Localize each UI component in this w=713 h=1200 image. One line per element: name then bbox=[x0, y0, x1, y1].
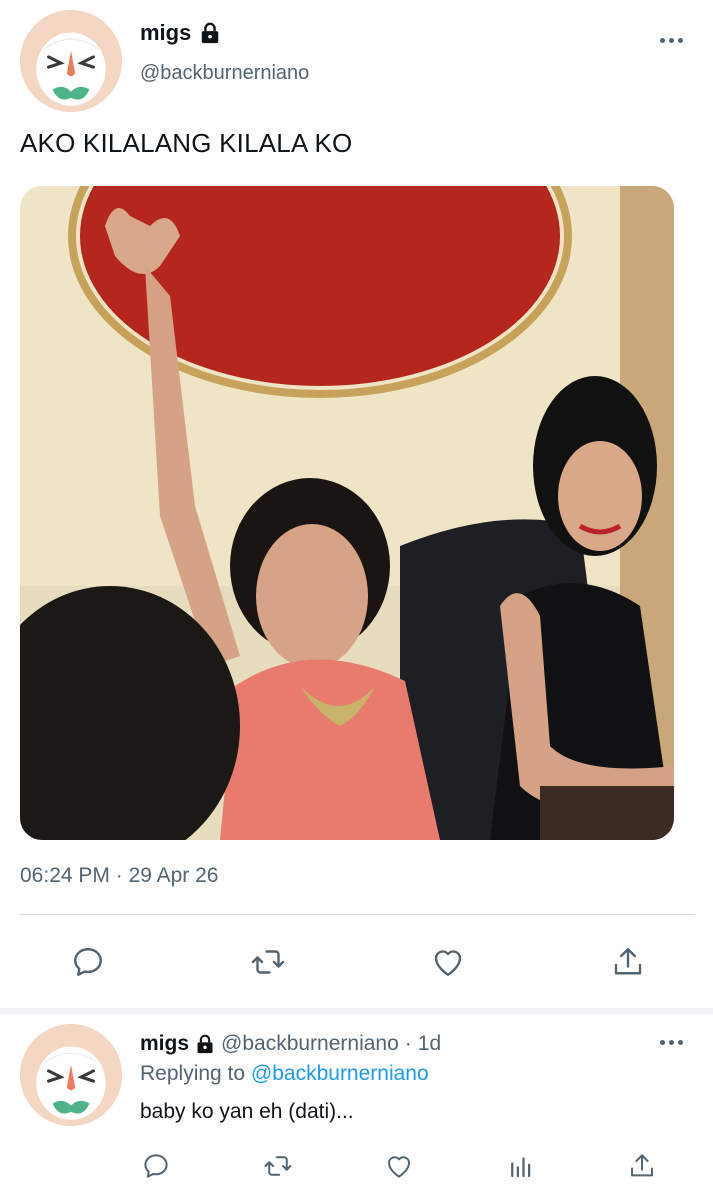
reply-age[interactable]: 1d bbox=[418, 1032, 441, 1056]
tweet-date: 29 Apr 26 bbox=[128, 864, 219, 887]
retweet-icon bbox=[251, 950, 285, 974]
replying-handle-link[interactable]: @backburnerniano bbox=[251, 1062, 429, 1085]
replying-label: Replying to bbox=[140, 1062, 246, 1085]
analytics-icon bbox=[510, 1157, 530, 1178]
share-icon bbox=[614, 948, 642, 975]
user-handle[interactable]: @backburnerniano bbox=[221, 1032, 399, 1056]
reply-icon bbox=[144, 1154, 168, 1178]
share-button[interactable] bbox=[620, 1144, 664, 1188]
avatar[interactable] bbox=[20, 10, 122, 112]
reply-actions bbox=[134, 1144, 664, 1188]
replying-to: Replying to @backburnerniano bbox=[140, 1062, 429, 1086]
meta-separator: · bbox=[109, 864, 129, 887]
display-name[interactable]: migs bbox=[140, 1032, 189, 1056]
tweet-timestamp[interactable]: 06:24 PM · 29 Apr 26 bbox=[20, 864, 218, 888]
like-icon bbox=[434, 950, 462, 976]
retweet-button[interactable] bbox=[256, 1144, 300, 1188]
like-button[interactable] bbox=[426, 940, 470, 984]
tweet-time: 06:24 PM bbox=[20, 864, 110, 887]
tweet-text: AKO KILALANG KILALA KO bbox=[20, 128, 353, 158]
owl-avatar-icon bbox=[20, 1024, 122, 1126]
more-options-icon[interactable] bbox=[651, 28, 691, 52]
lock-icon bbox=[197, 1034, 213, 1054]
lock-icon bbox=[202, 22, 219, 44]
tweet-actions bbox=[66, 940, 650, 984]
reply-author-row: migs @backburnerniano · 1d bbox=[140, 1032, 441, 1056]
reply-icon bbox=[74, 948, 102, 976]
author-row: migs bbox=[140, 20, 221, 46]
reply-tweet[interactable]: migs @backburnerniano · 1d Replying to @… bbox=[0, 1014, 713, 1200]
user-handle[interactable]: @backburnerniano bbox=[140, 62, 309, 85]
meme-photo-image bbox=[20, 186, 674, 840]
more-options-icon[interactable] bbox=[651, 1030, 691, 1054]
share-button[interactable] bbox=[606, 940, 650, 984]
divider bbox=[20, 914, 694, 915]
like-icon bbox=[388, 1156, 410, 1178]
reply-button[interactable] bbox=[66, 940, 110, 984]
like-button[interactable] bbox=[377, 1144, 421, 1188]
avatar[interactable] bbox=[20, 1024, 122, 1126]
tweet-photo[interactable] bbox=[20, 186, 674, 840]
display-name[interactable]: migs bbox=[140, 20, 191, 46]
reply-text: baby ko yan eh (dati)... bbox=[140, 1100, 354, 1123]
main-tweet: migs @backburnerniano AKO KILALANG KILAL… bbox=[0, 0, 713, 1012]
retweet-button[interactable] bbox=[246, 940, 290, 984]
share-icon bbox=[631, 1154, 653, 1177]
analytics-button[interactable] bbox=[499, 1144, 543, 1188]
retweet-icon bbox=[264, 1156, 291, 1176]
reply-button[interactable] bbox=[134, 1144, 178, 1188]
meta-separator: · bbox=[404, 1032, 412, 1055]
owl-avatar-icon bbox=[20, 10, 122, 112]
